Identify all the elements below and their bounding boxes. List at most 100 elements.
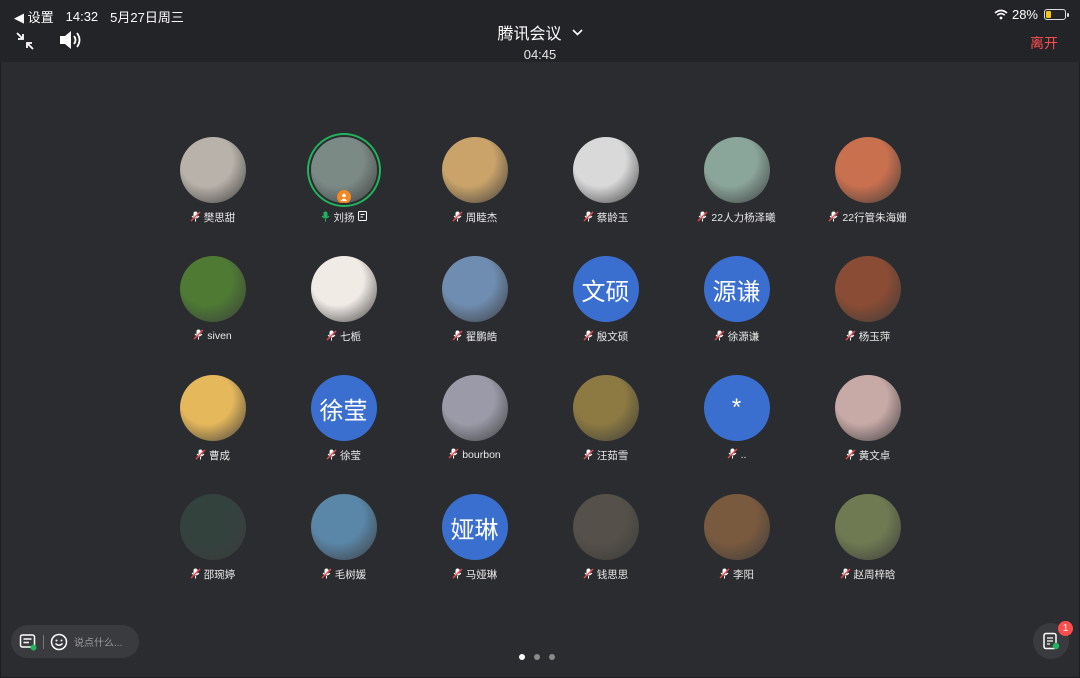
- participant-name: 蔡龄玉: [596, 212, 629, 224]
- participant-tile[interactable]: 22人力杨泽曦: [671, 137, 802, 225]
- participant-tile[interactable]: 源谦徐源谦: [671, 256, 802, 344]
- avatar: 文硕: [572, 256, 639, 322]
- participant-name-row: 黄文卓: [802, 448, 933, 463]
- avatar-initials: 源谦: [712, 278, 761, 306]
- battery-icon: [1044, 9, 1069, 20]
- participant-name-row: 毛树媛: [278, 567, 409, 582]
- notification-badge: 1: [1058, 621, 1073, 636]
- participant-tile[interactable]: 杨玉萍: [802, 256, 933, 344]
- mic-muted-icon: [840, 568, 851, 582]
- participant-tile[interactable]: 黄文卓: [802, 375, 933, 463]
- participant-name-row: 殷文硕: [540, 329, 671, 344]
- participant-name: 七栀: [340, 331, 361, 343]
- participant-tile[interactable]: 李阳: [671, 494, 802, 582]
- participant-name: 徐源谦: [727, 331, 760, 343]
- participant-name: 钱思思: [596, 569, 629, 581]
- participant-name: 翟鹏皓: [465, 331, 498, 343]
- mic-muted-icon: [326, 330, 337, 344]
- wifi-icon: [994, 9, 1008, 20]
- page-indicator: [519, 654, 555, 660]
- participant-name-row: 徐莹: [278, 448, 409, 463]
- avatar: [703, 137, 770, 203]
- meeting-timer: 04:45: [523, 47, 557, 62]
- mic-muted-icon: [583, 211, 594, 225]
- participant-tile[interactable]: 樊思甜: [147, 137, 278, 225]
- avatar: [179, 375, 246, 441]
- divider: [43, 634, 44, 649]
- participant-name-row: ..: [671, 448, 802, 462]
- avatar-initials: *: [731, 394, 742, 421]
- participant-tile[interactable]: 曹成: [147, 375, 278, 463]
- participant-tile[interactable]: 毛树媛: [278, 494, 409, 582]
- participant-name: 马娅琳: [465, 569, 498, 581]
- participant-name-row: 翟鹏皓: [409, 329, 540, 344]
- avatar: [179, 256, 246, 322]
- avatar: [310, 256, 377, 322]
- avatar: [310, 137, 377, 203]
- participant-name-row: 22人力杨泽曦: [671, 210, 802, 225]
- participant-tile[interactable]: 周睦杰: [409, 137, 540, 225]
- mic-muted-icon: [714, 330, 725, 344]
- participant-name: 22人力杨泽曦: [711, 212, 776, 224]
- chat-bar[interactable]: 说点什么...: [11, 625, 139, 658]
- participant-tile[interactable]: bourbon: [409, 375, 540, 462]
- notes-icon: [1043, 632, 1060, 650]
- participant-tile[interactable]: 蔡龄玉: [540, 137, 671, 225]
- participant-name-row: 邵琬婷: [147, 567, 278, 582]
- participant-tile[interactable]: 徐莹 徐莹: [278, 375, 409, 463]
- mic-muted-icon: [452, 211, 463, 225]
- participant-name: 徐莹: [340, 450, 361, 462]
- mic-muted-icon: [190, 568, 201, 582]
- participant-name: 李阳: [733, 569, 754, 581]
- participant-name-row: 马娅琳: [409, 567, 540, 582]
- participant-tile[interactable]: 七栀: [278, 256, 409, 344]
- chat-list-icon[interactable]: [19, 633, 37, 651]
- avatar: [834, 375, 901, 441]
- participant-name: 刘扬: [333, 212, 355, 224]
- participant-tile[interactable]: 赵周梓晗: [802, 494, 933, 582]
- avatar: [572, 137, 639, 203]
- participant-tile[interactable]: 汪茹雪: [540, 375, 671, 463]
- participant-name-row: 李阳: [671, 567, 802, 582]
- participant-name-row: 刘扬: [278, 210, 409, 225]
- avatar: *: [703, 375, 770, 441]
- participant-tile[interactable]: 翟鹏皓: [409, 256, 540, 344]
- notes-button[interactable]: 1: [1033, 621, 1073, 659]
- participant-name-row: 徐源谦: [671, 329, 802, 344]
- host-badge-icon: [336, 190, 351, 203]
- participant-tile[interactable]: 娅琳 马娅琳: [409, 494, 540, 582]
- emoji-icon[interactable]: [50, 633, 68, 651]
- avatar: [572, 494, 639, 560]
- meeting-title-dropdown[interactable]: 腾讯会议: [497, 20, 583, 44]
- meeting-title: 腾讯会议: [497, 26, 562, 43]
- page-dot[interactable]: [519, 654, 525, 660]
- mic-muted-icon: [845, 330, 856, 344]
- participant-name: 汪茹雪: [596, 450, 629, 462]
- chat-input-placeholder[interactable]: 说点什么...: [74, 634, 122, 649]
- mic-muted-icon: [321, 568, 332, 582]
- participant-name-row: 杨玉萍: [802, 329, 933, 344]
- mic-muted-icon: [719, 568, 730, 582]
- participant-name: ..: [740, 449, 747, 461]
- page-dot[interactable]: [534, 654, 540, 660]
- avatar: 源谦: [703, 256, 770, 322]
- meeting-header: 腾讯会议 04:45: [0, 20, 1080, 62]
- participant-tile[interactable]: 刘扬: [278, 137, 409, 225]
- participant-tile[interactable]: 22行管朱海姗: [802, 137, 933, 225]
- participant-tile[interactable]: siven: [147, 256, 278, 343]
- participant-name: 毛树媛: [334, 569, 367, 581]
- mic-muted-icon: [583, 568, 594, 582]
- participant-name-row: siven: [147, 329, 278, 343]
- page-dot[interactable]: [549, 654, 555, 660]
- participant-name: 杨玉萍: [858, 331, 891, 343]
- participant-tile[interactable]: 邵琬婷: [147, 494, 278, 582]
- participant-tile[interactable]: 文硕 殷文硕: [540, 256, 671, 344]
- participant-name: 赵周梓晗: [853, 569, 896, 581]
- avatar-initials: 文硕: [581, 278, 630, 306]
- avatar: [703, 494, 770, 560]
- mic-muted-icon: [195, 449, 206, 463]
- screen-share-icon: [357, 211, 368, 224]
- participant-tile[interactable]: 钱思思: [540, 494, 671, 582]
- participant-tile[interactable]: *..: [671, 375, 802, 462]
- leave-button[interactable]: 离开: [1030, 33, 1058, 53]
